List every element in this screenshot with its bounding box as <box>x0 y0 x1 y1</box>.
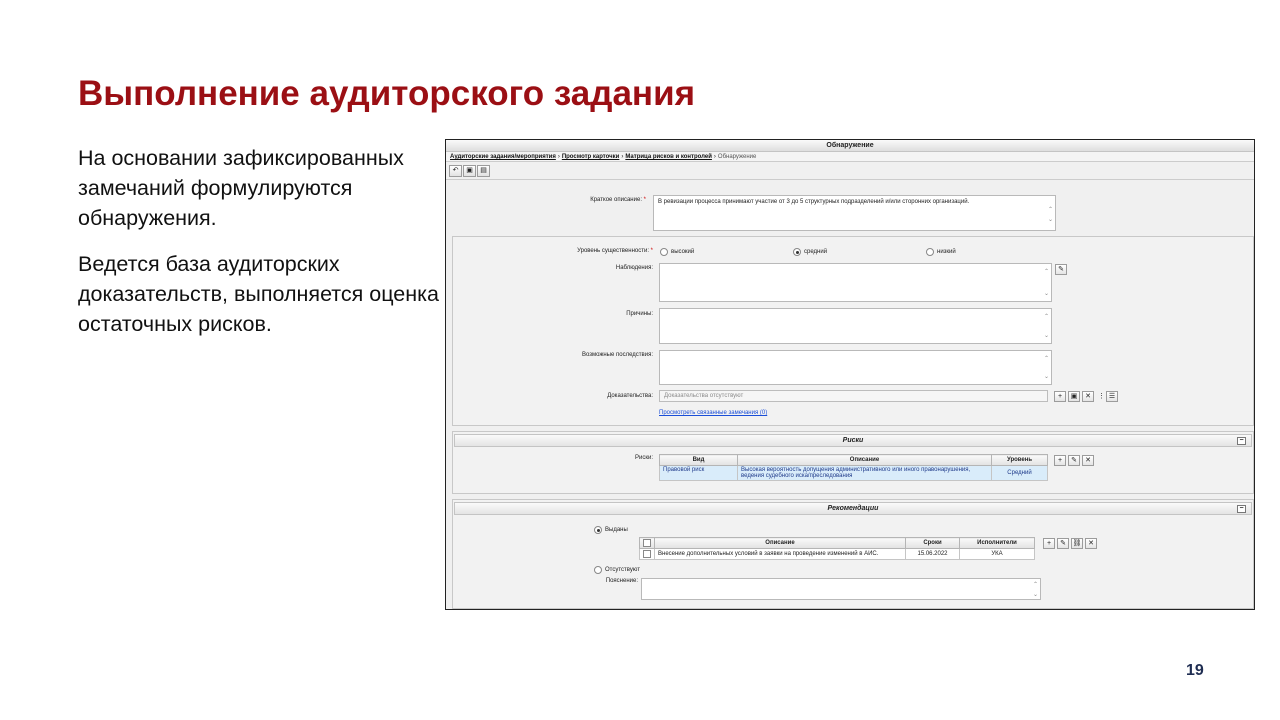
breadcrumb-current: Обнаружение <box>717 154 757 160</box>
breadcrumb-separator: › <box>557 154 560 160</box>
rec-deadline: 15.06.2022 <box>905 548 960 560</box>
rec-description: Внесение дополнительных условий в заявки… <box>654 548 906 560</box>
risks-table: Вид Описание Уровень Правовой риск Высок… <box>659 454 1048 481</box>
risks-col-description[interactable]: Описание <box>737 454 992 466</box>
risks-col-type[interactable]: Вид <box>659 454 738 466</box>
consequences-label: Возможные последствия: <box>581 352 653 358</box>
toolbar: ↶ ▣ ▤ <box>446 162 1254 180</box>
edit-risk-icon[interactable]: ✎ <box>1068 455 1080 466</box>
causes-field[interactable]: ⌃ ⌄ <box>659 308 1052 344</box>
details-panel: Уровень существенности: * высокий средни… <box>452 236 1254 426</box>
short-desc-label: Краткое описание: * <box>590 197 646 203</box>
observations-field[interactable]: ⌃ ⌄ <box>659 263 1052 302</box>
edit-observations-icon[interactable]: ✎ <box>1055 264 1067 275</box>
significance-label: Уровень существенности: * <box>577 248 653 254</box>
breadcrumb-card-view[interactable]: Просмотр карточки <box>562 154 620 160</box>
explanation-label: Пояснение: <box>605 578 638 584</box>
issued-radio[interactable]: Выданы <box>594 526 628 534</box>
radio-selected-icon <box>793 248 801 256</box>
scroll-down-icon[interactable]: ⌄ <box>1043 373 1050 380</box>
scroll-up-icon[interactable]: ⌃ <box>1047 206 1054 213</box>
consequences-field[interactable]: ⌃ ⌄ <box>659 350 1052 385</box>
breadcrumb-audit-tasks[interactable]: Аудиторские задания/мероприятия <box>450 154 556 160</box>
evidence-field[interactable]: Доказательства отсутствуют <box>659 390 1048 402</box>
breadcrumb-risk-matrix[interactable]: Матрица рисков и контролей <box>625 154 712 160</box>
add-risk-icon[interactable]: + <box>1054 455 1066 466</box>
save-close-icon[interactable]: ▤ <box>477 165 490 177</box>
breadcrumb: Аудиторские задания/мероприятия › Просмотр… <box>446 152 1254 162</box>
short-desc-text: В ревизации процесса принимают участие о… <box>658 199 970 205</box>
slide-title: Выполнение аудиторского задания <box>78 74 696 113</box>
save-icon[interactable]: ▣ <box>463 165 476 177</box>
collapse-icon[interactable]: − <box>1237 437 1246 445</box>
more-icon[interactable]: ⋮ <box>1098 392 1105 400</box>
observations-label: Наблюдения: <box>615 265 653 271</box>
page-number: 19 <box>1186 662 1204 679</box>
rec-col-executor[interactable]: Исполнители <box>959 537 1035 549</box>
risk-level: Средний <box>991 465 1048 481</box>
save-evidence-icon[interactable]: ▣ <box>1068 391 1080 402</box>
delete-evidence-icon[interactable]: ✕ <box>1082 391 1094 402</box>
select-all-header <box>639 537 655 549</box>
finding-window: Обнаружение Аудиторские задания/мероприя… <box>445 139 1255 610</box>
breadcrumb-separator: › <box>621 154 624 160</box>
recommendations-title: Рекомендации <box>827 505 879 512</box>
scroll-up-icon[interactable]: ⌃ <box>1032 581 1039 588</box>
back-icon[interactable]: ↶ <box>449 165 462 177</box>
evidence-label: Доказательства: <box>607 393 653 399</box>
risks-panel: Риски − Риски: Вид Описание Уровень Прав… <box>452 431 1254 494</box>
radio-icon <box>926 248 934 256</box>
breadcrumb-separator: › <box>713 154 716 160</box>
row-select <box>639 548 655 560</box>
paragraph-findings: На основании зафиксированных замечаний ф… <box>78 146 404 230</box>
table-row[interactable]: Правовой риск Высокая вероятность допуще… <box>659 465 1048 481</box>
add-recommendation-icon[interactable]: + <box>1043 538 1055 549</box>
risk-description: Высокая вероятность допущения администра… <box>737 465 992 481</box>
risks-header[interactable]: Риски − <box>454 434 1252 447</box>
link-icon[interactable]: ⛓ <box>1071 538 1083 549</box>
scroll-up-icon[interactable]: ⌃ <box>1043 355 1050 362</box>
rec-col-deadline[interactable]: Сроки <box>905 537 960 549</box>
table-row[interactable]: Внесение дополнительных условий в заявки… <box>639 548 1035 560</box>
rec-executor: УКА <box>959 548 1035 560</box>
paragraph-evidence: Ведется база аудиторских доказательств, … <box>78 252 439 336</box>
recommendations-panel: Рекомендации − Выданы Описание Сроки Исп… <box>452 499 1254 609</box>
recommendations-header[interactable]: Рекомендации − <box>454 502 1252 515</box>
scroll-down-icon[interactable]: ⌄ <box>1043 332 1050 339</box>
radio-selected-icon <box>594 526 602 534</box>
absent-radio[interactable]: Отсутствуют <box>594 566 640 574</box>
significance-medium-radio[interactable]: средний <box>793 248 827 256</box>
rec-col-description[interactable]: Описание <box>654 537 906 549</box>
add-evidence-icon[interactable]: + <box>1054 391 1066 402</box>
window-title: Обнаружение <box>446 140 1254 152</box>
scroll-down-icon[interactable]: ⌄ <box>1032 591 1039 598</box>
risks-title: Риски <box>842 437 864 444</box>
list-icon[interactable]: ☰ <box>1106 391 1118 402</box>
causes-label: Причины: <box>626 311 653 317</box>
risk-type: Правовой риск <box>659 465 738 481</box>
slide-body: На основании зафиксированных замечаний ф… <box>78 143 448 355</box>
significance-low-radio[interactable]: низкий <box>926 248 956 256</box>
radio-icon <box>660 248 668 256</box>
scroll-down-icon[interactable]: ⌄ <box>1047 216 1054 223</box>
scroll-up-icon[interactable]: ⌃ <box>1043 313 1050 320</box>
scroll-down-icon[interactable]: ⌄ <box>1043 290 1050 297</box>
risks-col-level[interactable]: Уровень <box>991 454 1048 466</box>
significance-high-radio[interactable]: высокий <box>660 248 694 256</box>
radio-icon <box>594 566 602 574</box>
risks-label: Риски: <box>635 455 653 461</box>
scroll-up-icon[interactable]: ⌃ <box>1043 268 1050 275</box>
related-notes-link[interactable]: Просмотреть связанные замечания (0) <box>659 410 767 416</box>
short-desc-field[interactable]: В ревизации процесса принимают участие о… <box>653 195 1056 231</box>
delete-risk-icon[interactable]: ✕ <box>1082 455 1094 466</box>
edit-recommendation-icon[interactable]: ✎ <box>1057 538 1069 549</box>
recommendations-table: Описание Сроки Исполнители Внесение допо… <box>639 537 1035 560</box>
collapse-icon[interactable]: − <box>1237 505 1246 513</box>
delete-recommendation-icon[interactable]: ✕ <box>1085 538 1097 549</box>
row-checkbox[interactable] <box>643 550 651 558</box>
select-all-checkbox[interactable] <box>643 539 651 547</box>
explanation-field[interactable]: ⌃ ⌄ <box>641 578 1041 600</box>
